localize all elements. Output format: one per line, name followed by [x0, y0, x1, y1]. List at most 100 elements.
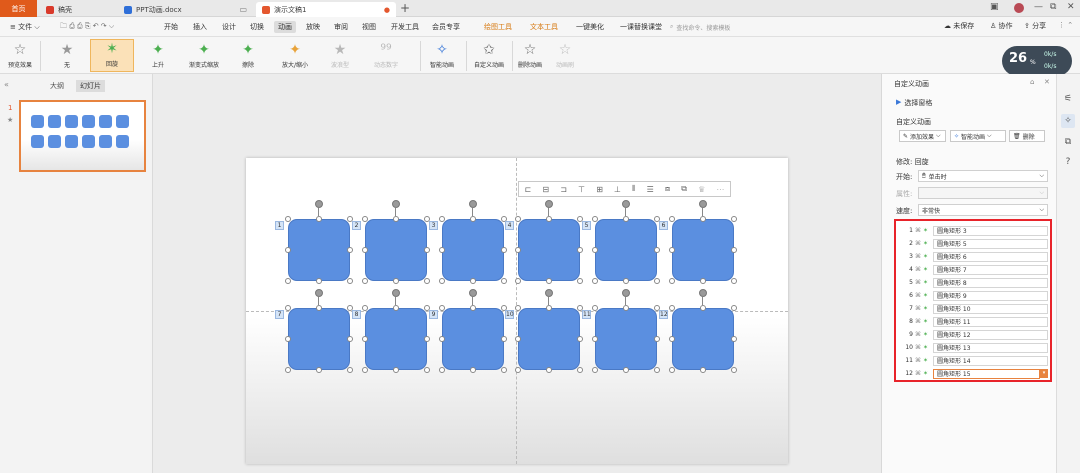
menu-slideshow[interactable]: 放映	[302, 21, 324, 33]
resize-handle[interactable]	[515, 367, 521, 373]
share-button[interactable]: ⇪ 分享	[1024, 21, 1046, 31]
menu-animation[interactable]: 动画	[274, 21, 296, 33]
resize-handle[interactable]	[515, 216, 521, 222]
rounded-rectangle[interactable]	[365, 308, 427, 370]
resize-handle[interactable]	[362, 367, 368, 373]
command-search[interactable]: ⌕ 查找命令、搜索模板	[670, 20, 800, 34]
resize-handle[interactable]	[700, 305, 706, 311]
menu-member[interactable]: 会员专享	[428, 21, 464, 33]
rotate-handle[interactable]	[545, 289, 553, 297]
chevron-down-icon[interactable]: ▾	[1040, 369, 1048, 378]
resize-handle[interactable]	[592, 336, 598, 342]
animation-list-item[interactable]: 3 ⌘ ✶ 圆角矩形 6	[899, 251, 1048, 262]
rotate-handle[interactable]	[622, 200, 630, 208]
effect-grow-shrink[interactable]: ✦ 放大/缩小	[274, 39, 316, 72]
resize-handle[interactable]	[592, 367, 598, 373]
resize-handle[interactable]	[347, 336, 353, 342]
resize-handle[interactable]	[347, 367, 353, 373]
effect-wave[interactable]: ★ 波浪型	[322, 39, 358, 72]
resize-handle[interactable]	[654, 247, 660, 253]
rotate-handle[interactable]	[315, 289, 323, 297]
resize-handle[interactable]	[470, 216, 476, 222]
resize-handle[interactable]	[393, 367, 399, 373]
resize-handle[interactable]	[362, 278, 368, 284]
quick-access-icons[interactable]: 🗀 ⎙ ⎙ ⎘ ↶ ↷ ⌵	[56, 21, 118, 34]
resize-handle[interactable]	[515, 247, 521, 253]
align-bottom-icon[interactable]: ⊥	[614, 185, 621, 194]
rotate-handle[interactable]	[392, 200, 400, 208]
distribute-v-icon[interactable]: ☰	[647, 185, 654, 194]
collab-button[interactable]: ♙ 协作	[990, 21, 1013, 31]
avatar[interactable]	[1014, 3, 1024, 13]
resize-handle[interactable]	[577, 247, 583, 253]
new-tab-button[interactable]: +	[400, 1, 410, 15]
resize-handle[interactable]	[577, 367, 583, 373]
pin-icon[interactable]: ⌂	[1030, 78, 1034, 86]
restore-icon[interactable]: ⧉	[1050, 2, 1056, 12]
more-icon[interactable]: ⋯	[716, 185, 724, 194]
file-menu[interactable]: ≡ 文件 ⌵	[6, 21, 44, 33]
menu-insert[interactable]: 插入	[189, 21, 211, 33]
lock-icon[interactable]: ♛	[698, 185, 705, 194]
animation-list-item[interactable]: 4 ⌘ ✶ 圆角矩形 7	[899, 264, 1048, 275]
align-middle-icon[interactable]: ⊞	[596, 185, 603, 194]
resize-handle[interactable]	[669, 247, 675, 253]
resize-handle[interactable]	[546, 305, 552, 311]
rounded-rectangle[interactable]	[672, 308, 734, 370]
resize-handle[interactable]	[439, 367, 445, 373]
resize-handle[interactable]	[439, 216, 445, 222]
resize-handle[interactable]	[731, 336, 737, 342]
resize-handle[interactable]	[700, 367, 706, 373]
close-icon[interactable]: ✕	[1067, 2, 1075, 12]
resize-handle[interactable]	[393, 305, 399, 311]
rounded-rectangle[interactable]	[518, 219, 580, 281]
tab-home[interactable]: 首页	[0, 0, 37, 17]
resize-handle[interactable]	[285, 247, 291, 253]
resize-handle[interactable]	[316, 278, 322, 284]
align-center-icon[interactable]: ⊟	[542, 185, 549, 194]
menu-text-tools[interactable]: 文本工具	[526, 21, 562, 33]
rotate-handle[interactable]	[469, 289, 477, 297]
resize-handle[interactable]	[424, 247, 430, 253]
resize-handle[interactable]	[592, 247, 598, 253]
resize-handle[interactable]	[669, 305, 675, 311]
resize-handle[interactable]	[669, 216, 675, 222]
resize-handle[interactable]	[669, 367, 675, 373]
resize-handle[interactable]	[439, 305, 445, 311]
resize-handle[interactable]	[546, 216, 552, 222]
start-select[interactable]: 🖱 单击时 ⌵	[918, 170, 1048, 182]
resize-handle[interactable]	[285, 216, 291, 222]
resize-handle[interactable]	[654, 336, 660, 342]
resize-handle[interactable]	[439, 278, 445, 284]
resize-handle[interactable]	[362, 247, 368, 253]
help-icon[interactable]: ?	[1061, 155, 1075, 169]
resize-handle[interactable]	[316, 305, 322, 311]
resize-handle[interactable]	[623, 305, 629, 311]
resize-handle[interactable]	[285, 336, 291, 342]
effect-gradual-zoom[interactable]: ✦ 渐变式缩放	[182, 39, 226, 72]
align-left-icon[interactable]: ⊏	[525, 185, 532, 194]
resize-handle[interactable]	[731, 367, 737, 373]
unsaved-button[interactable]: ☁ 未保存	[944, 21, 974, 31]
rounded-rectangle[interactable]	[365, 219, 427, 281]
rotate-handle[interactable]	[469, 200, 477, 208]
resize-handle[interactable]	[592, 278, 598, 284]
resize-handle[interactable]	[424, 278, 430, 284]
rotate-handle[interactable]	[392, 289, 400, 297]
menu-developer[interactable]: 开发工具	[387, 21, 423, 33]
settings-sliders-icon[interactable]: ⚟	[1061, 92, 1075, 106]
rotate-handle[interactable]	[699, 200, 707, 208]
resize-handle[interactable]	[362, 336, 368, 342]
menu-class-replace[interactable]: 一课替换课堂	[616, 21, 666, 33]
rounded-rectangle[interactable]	[595, 308, 657, 370]
layout-icon[interactable]: ▣	[990, 2, 999, 12]
resize-handle[interactable]	[362, 305, 368, 311]
distribute-h-icon[interactable]: ⫴	[632, 184, 635, 194]
resize-handle[interactable]	[592, 216, 598, 222]
resize-handle[interactable]	[424, 336, 430, 342]
resize-handle[interactable]	[700, 216, 706, 222]
resize-handle[interactable]	[623, 367, 629, 373]
tab-slides[interactable]: 幻灯片	[76, 80, 105, 92]
animation-list-item[interactable]: 1 ⌘ ✶ 圆角矩形 3	[899, 225, 1048, 236]
more-icon[interactable]: ⋮ ⌃	[1058, 21, 1073, 29]
